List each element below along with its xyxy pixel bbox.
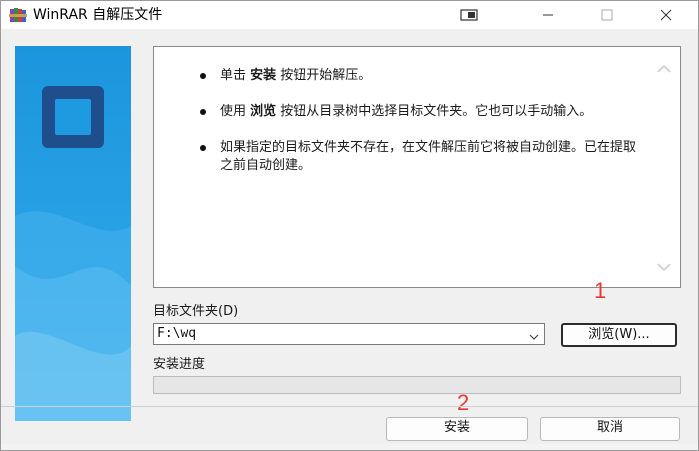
- winrar-sfx-window: WinRAR 自解压文件 单击 安装 按钮开始解压。 使用 浏览 按钮从目录树中…: [0, 0, 699, 451]
- bullet-icon: [200, 145, 206, 151]
- divider: [1, 406, 698, 407]
- scroll-up-icon[interactable]: [656, 61, 672, 77]
- list-item: 使用 浏览 按钮从目录树中选择目标文件夹。它也可以手动输入。: [198, 103, 638, 121]
- close-button[interactable]: [643, 1, 689, 29]
- bullet-icon: [200, 109, 206, 115]
- destination-label: 目标文件夹(D): [153, 304, 239, 319]
- title-bar: WinRAR 自解压文件: [1, 1, 698, 29]
- progress-label: 安装进度: [153, 357, 206, 372]
- install-button[interactable]: 安装: [386, 417, 528, 441]
- winrar-books-icon: [9, 6, 27, 24]
- instructions-list: 单击 安装 按钮开始解压。 使用 浏览 按钮从目录树中选择目标文件夹。它也可以手…: [198, 67, 638, 193]
- background-window-strip: [1, 444, 698, 450]
- list-item: 单击 安装 按钮开始解压。: [198, 67, 638, 85]
- cancel-button[interactable]: 取消: [540, 417, 680, 441]
- bullet-icon: [200, 73, 206, 79]
- destination-combo[interactable]: [153, 323, 545, 345]
- window-title: WinRAR 自解压文件: [33, 7, 163, 23]
- restore-icon: [460, 6, 478, 25]
- restore-button[interactable]: [446, 1, 492, 29]
- destination-input[interactable]: [157, 325, 517, 343]
- minimize-button[interactable]: [525, 1, 571, 29]
- maximize-icon: [601, 6, 613, 25]
- progress-bar: [153, 376, 681, 394]
- minimize-icon: [542, 6, 554, 25]
- instructions-panel: 单击 安装 按钮开始解压。 使用 浏览 按钮从目录树中选择目标文件夹。它也可以手…: [153, 46, 681, 288]
- list-item: 如果指定的目标文件夹不存在，在文件解压前它将被自动创建。已在提取之前自动创建。: [198, 139, 638, 175]
- maximize-button[interactable]: [584, 1, 630, 29]
- chevron-down-icon[interactable]: [528, 328, 540, 340]
- scroll-down-icon[interactable]: [656, 259, 672, 275]
- browse-button[interactable]: 浏览(W)...: [561, 323, 677, 347]
- annotation-2: 2: [457, 390, 470, 415]
- banner-image: [15, 46, 131, 421]
- annotation-1: 1: [594, 278, 607, 303]
- close-icon: [660, 6, 672, 25]
